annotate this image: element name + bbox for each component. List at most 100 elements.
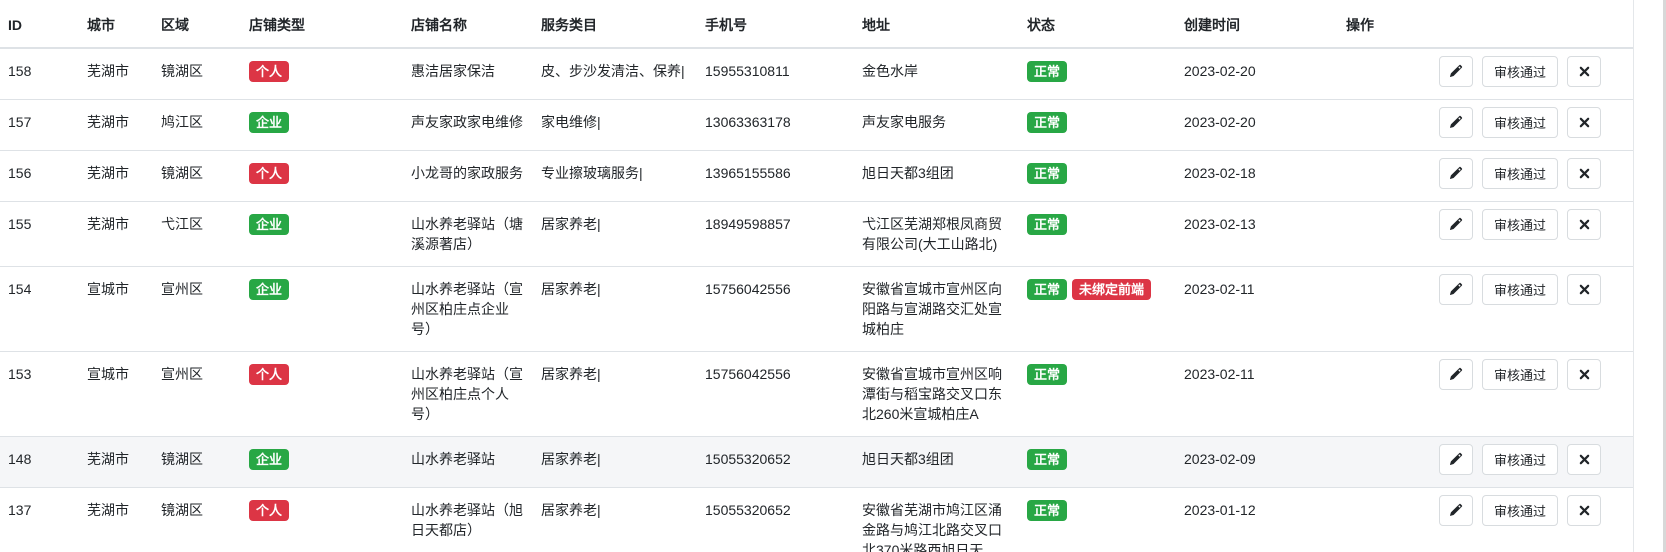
actions-group: 审核通过 — [1346, 495, 1625, 526]
cell-phone: 15055320652 — [697, 488, 854, 552]
status-badge: 正常 — [1027, 500, 1067, 521]
table-row: 155芜湖市弋江区企业山水养老驿站（塘溪源著店）居家养老|18949598857… — [0, 202, 1633, 267]
edit-button[interactable] — [1439, 107, 1473, 138]
actions-group: 审核通过 — [1346, 444, 1625, 475]
cell-service-category: 家电维修| — [533, 100, 697, 151]
approve-button[interactable]: 审核通过 — [1482, 209, 1558, 240]
approve-button[interactable]: 审核通过 — [1482, 495, 1558, 526]
column-header-city: 城市 — [79, 0, 153, 48]
actions-group: 审核通过 — [1346, 107, 1625, 138]
cell-shop-name: 山水养老驿站（宣州区柏庄点企业号） — [403, 267, 533, 352]
cell-shop-name: 山水养老驿站（宣州区柏庄点个人号） — [403, 352, 533, 437]
cell-shop-type: 企业 — [241, 202, 403, 267]
edit-button[interactable] — [1439, 444, 1473, 475]
column-header-created_at: 创建时间 — [1176, 0, 1338, 48]
cell-actions: 审核通过 — [1338, 488, 1633, 552]
cell-id: 148 — [0, 437, 79, 488]
cell-status: 正常 — [1019, 151, 1176, 202]
cell-shop-name: 小龙哥的家政服务 — [403, 151, 533, 202]
actions-group: 审核通过 — [1346, 209, 1625, 240]
cell-status: 正常 — [1019, 100, 1176, 151]
x-icon — [1579, 219, 1590, 230]
cell-city: 宣城市 — [79, 352, 153, 437]
delete-button[interactable] — [1567, 209, 1601, 240]
x-icon — [1579, 117, 1590, 128]
cell-city: 芜湖市 — [79, 437, 153, 488]
cell-address: 安徽省宣城市宣州区向阳路与宣湖路交汇处宣城柏庄 — [854, 267, 1019, 352]
delete-button[interactable] — [1567, 158, 1601, 189]
approve-button[interactable]: 审核通过 — [1482, 274, 1558, 305]
cell-status: 正常 — [1019, 488, 1176, 552]
cell-actions: 审核通过 — [1338, 202, 1633, 267]
cell-address: 旭日天都3组团 — [854, 151, 1019, 202]
delete-button[interactable] — [1567, 274, 1601, 305]
column-header-shop_name: 店铺名称 — [403, 0, 533, 48]
shop-type-badge: 个人 — [249, 500, 289, 521]
table-row: 156芜湖市镜湖区个人小龙哥的家政服务专业擦玻璃服务|13965155586旭日… — [0, 151, 1633, 202]
edit-button[interactable] — [1439, 359, 1473, 390]
cell-city: 芜湖市 — [79, 100, 153, 151]
cell-shop-type: 企业 — [241, 437, 403, 488]
cell-status: 正常未绑定前端 — [1019, 267, 1176, 352]
approve-button[interactable]: 审核通过 — [1482, 107, 1558, 138]
shop-type-badge: 企业 — [249, 449, 289, 470]
cell-phone: 15055320652 — [697, 437, 854, 488]
shop-type-badge: 个人 — [249, 364, 289, 385]
edit-button[interactable] — [1439, 274, 1473, 305]
cell-district: 镜湖区 — [153, 437, 241, 488]
status-badge: 正常 — [1027, 279, 1067, 300]
approve-button[interactable]: 审核通过 — [1482, 359, 1558, 390]
column-header-actions: 操作 — [1338, 0, 1633, 48]
status-badge: 未绑定前端 — [1072, 279, 1151, 300]
pencil-icon — [1448, 166, 1463, 181]
column-header-phone: 手机号 — [697, 0, 854, 48]
table-row: 137芜湖市镜湖区个人山水养老驿站（旭日天都店）居家养老|15055320652… — [0, 488, 1633, 552]
shop-type-badge: 企业 — [249, 214, 289, 235]
cell-id: 155 — [0, 202, 79, 267]
cell-actions: 审核通过 — [1338, 48, 1633, 100]
cell-shop-type: 个人 — [241, 151, 403, 202]
cell-id: 153 — [0, 352, 79, 437]
cell-district: 镜湖区 — [153, 488, 241, 552]
approve-button[interactable]: 审核通过 — [1482, 444, 1558, 475]
shop-table: ID城市区域店铺类型店铺名称服务类目手机号地址状态创建时间操作 158芜湖市镜湖… — [0, 0, 1633, 552]
edit-button[interactable] — [1439, 56, 1473, 87]
pencil-icon — [1448, 503, 1463, 518]
cell-shop-name: 山水养老驿站（塘溪源著店） — [403, 202, 533, 267]
delete-button[interactable] — [1567, 359, 1601, 390]
actions-group: 审核通过 — [1346, 274, 1625, 305]
cell-created-at: 2023-01-12 — [1176, 488, 1338, 552]
cell-service-category: 居家养老| — [533, 267, 697, 352]
cell-district: 镜湖区 — [153, 151, 241, 202]
status-badge: 正常 — [1027, 214, 1067, 235]
x-icon — [1579, 66, 1590, 77]
cell-phone: 13063363178 — [697, 100, 854, 151]
cell-created-at: 2023-02-11 — [1176, 267, 1338, 352]
x-icon — [1579, 284, 1590, 295]
table-row: 157芜湖市鸠江区企业声友家政家电维修家电维修|13063363178声友家电服… — [0, 100, 1633, 151]
status-badge: 正常 — [1027, 112, 1067, 133]
edit-button[interactable] — [1439, 209, 1473, 240]
delete-button[interactable] — [1567, 107, 1601, 138]
approve-button[interactable]: 审核通过 — [1482, 158, 1558, 189]
delete-button[interactable] — [1567, 56, 1601, 87]
delete-button[interactable] — [1567, 495, 1601, 526]
edit-button[interactable] — [1439, 158, 1473, 189]
cell-address: 弋江区芜湖郑根凤商贸有限公司(大工山路北) — [854, 202, 1019, 267]
cell-service-category: 居家养老| — [533, 352, 697, 437]
cell-district: 弋江区 — [153, 202, 241, 267]
cell-created-at: 2023-02-09 — [1176, 437, 1338, 488]
approve-button[interactable]: 审核通过 — [1482, 56, 1558, 87]
edit-button[interactable] — [1439, 495, 1473, 526]
pencil-icon — [1448, 115, 1463, 130]
shop-type-badge: 个人 — [249, 163, 289, 184]
table-header-row: ID城市区域店铺类型店铺名称服务类目手机号地址状态创建时间操作 — [0, 0, 1633, 48]
table-row: 148芜湖市镜湖区企业山水养老驿站居家养老|15055320652旭日天都3组团… — [0, 437, 1633, 488]
cell-address: 声友家电服务 — [854, 100, 1019, 151]
cell-service-category: 居家养老| — [533, 488, 697, 552]
pencil-icon — [1448, 367, 1463, 382]
delete-button[interactable] — [1567, 444, 1601, 475]
cell-phone: 15756042556 — [697, 267, 854, 352]
cell-service-category: 皮、步沙发清洁、保养| — [533, 48, 697, 100]
column-header-status: 状态 — [1019, 0, 1176, 48]
